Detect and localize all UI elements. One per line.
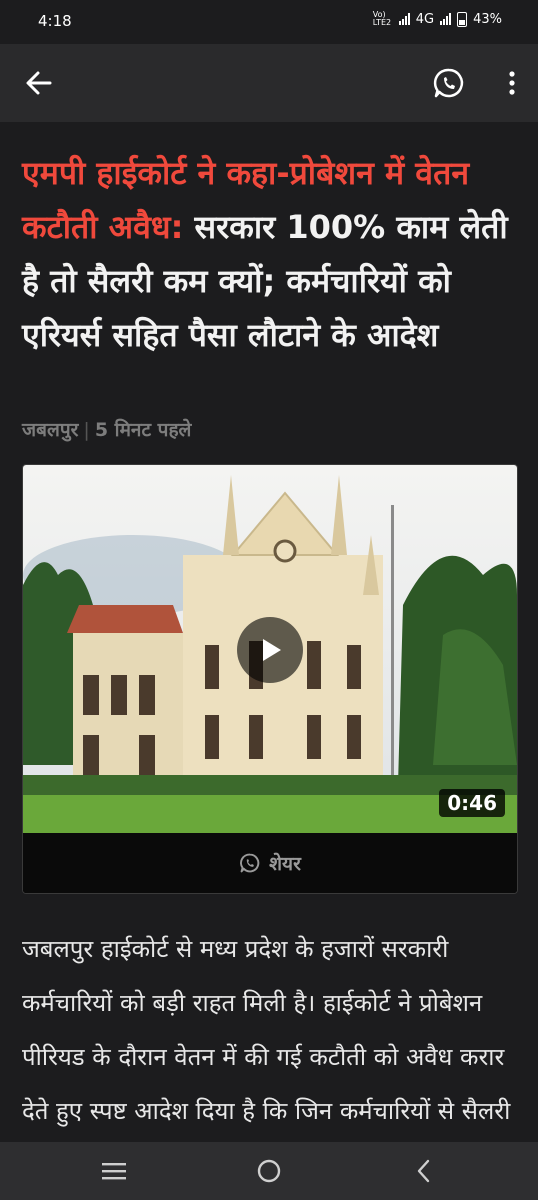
- more-vertical-icon: [509, 71, 515, 95]
- article-location: जबलपुर: [22, 419, 79, 441]
- status-icons: Vo) LTE2 4G 43%: [373, 11, 502, 27]
- article-body: जबलपुर हाईकोर्ट से मध्य प्रदेश के हजारों…: [22, 935, 511, 1125]
- recents-icon: [102, 1163, 126, 1180]
- app-bar: [0, 44, 538, 122]
- home-button[interactable]: [249, 1156, 289, 1186]
- battery-icon: [457, 11, 468, 27]
- arrow-left-icon: [26, 71, 52, 95]
- status-bar: 4:18 Vo) LTE2 4G 43%: [0, 0, 538, 44]
- share-label: शेयर: [269, 853, 301, 875]
- network-type: 4G: [415, 11, 435, 27]
- article-time: 5 मिनट पहले: [94, 419, 192, 441]
- share-button[interactable]: शेयर: [23, 833, 517, 893]
- more-options-button[interactable]: [500, 66, 524, 100]
- home-circle-icon: [257, 1159, 281, 1183]
- back-button[interactable]: [22, 66, 56, 100]
- whatsapp-share-button[interactable]: [432, 66, 466, 100]
- whatsapp-icon: [433, 68, 464, 98]
- back-chevron-icon: [417, 1159, 430, 1183]
- meta-divider: |: [83, 419, 90, 441]
- battery-level: 43%: [473, 11, 502, 27]
- nav-back-button[interactable]: [404, 1156, 444, 1186]
- article-headline: एमपी हाईकोर्ट ने कहा-प्रोबेशन में वेतन क…: [22, 146, 516, 362]
- video-duration: 0:46: [439, 789, 505, 817]
- play-icon: [263, 639, 281, 661]
- video-card: 0:46 शेयर: [22, 464, 518, 894]
- play-button[interactable]: [237, 617, 303, 683]
- article-meta: जबलपुर | 5 मिनट पहले: [22, 416, 191, 442]
- recents-button[interactable]: [94, 1156, 134, 1186]
- signal-icon-2: [440, 13, 452, 25]
- signal-icon: [398, 13, 410, 25]
- status-time: 4:18: [38, 12, 72, 30]
- carrier-label: Vo) LTE2: [372, 10, 392, 27]
- system-nav-bar: [0, 1142, 538, 1200]
- whatsapp-icon: [240, 853, 260, 873]
